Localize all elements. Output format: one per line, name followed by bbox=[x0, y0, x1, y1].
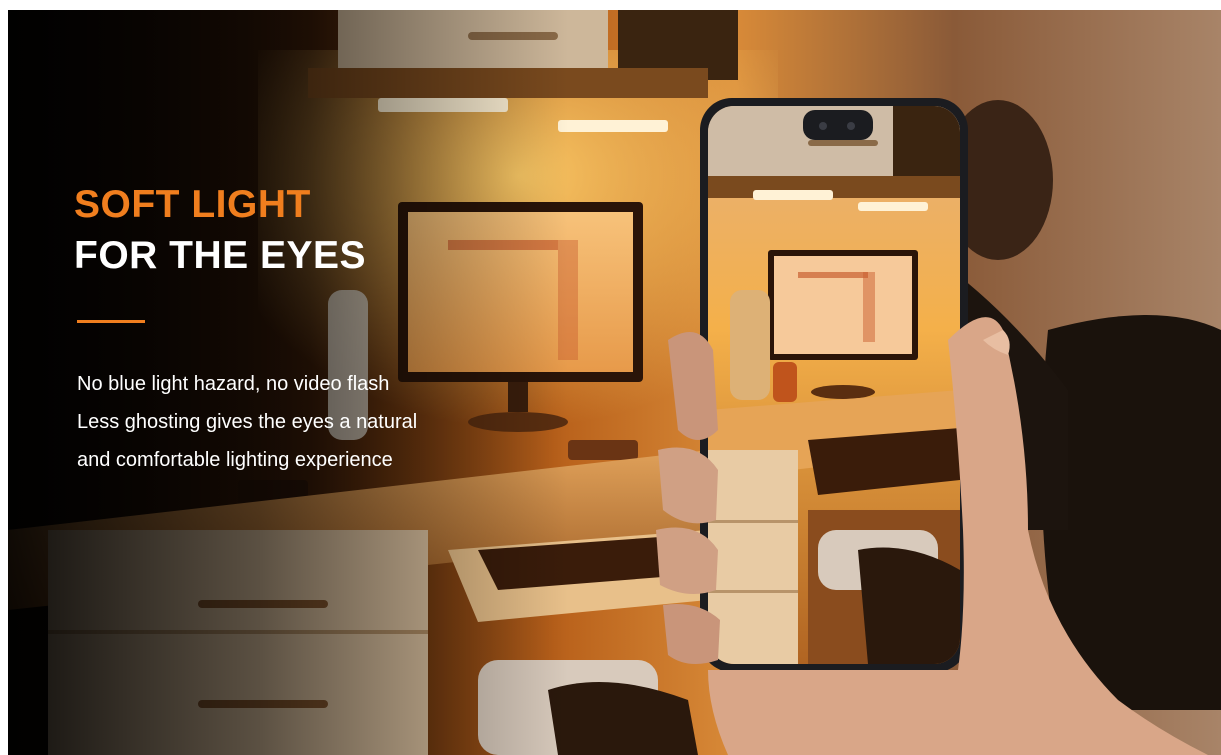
headline: SOFT LIGHT FOR THE EYES bbox=[74, 182, 366, 280]
hero-banner: SOFT LIGHT FOR THE EYES No blue light ha… bbox=[8, 10, 1221, 755]
description-line-3: and comfortable lighting experience bbox=[77, 449, 393, 471]
description-line-1: No blue light hazard, no video flash bbox=[77, 373, 390, 395]
feature-description: No blue light hazard, no video flash Les… bbox=[77, 365, 417, 479]
accent-divider bbox=[77, 320, 145, 323]
description-line-2: Less ghosting gives the eyes a natural bbox=[77, 411, 418, 433]
headline-accent: SOFT LIGHT bbox=[74, 183, 311, 226]
headline-main: FOR THE EYES bbox=[74, 233, 367, 277]
smartphone-icon bbox=[700, 98, 968, 672]
